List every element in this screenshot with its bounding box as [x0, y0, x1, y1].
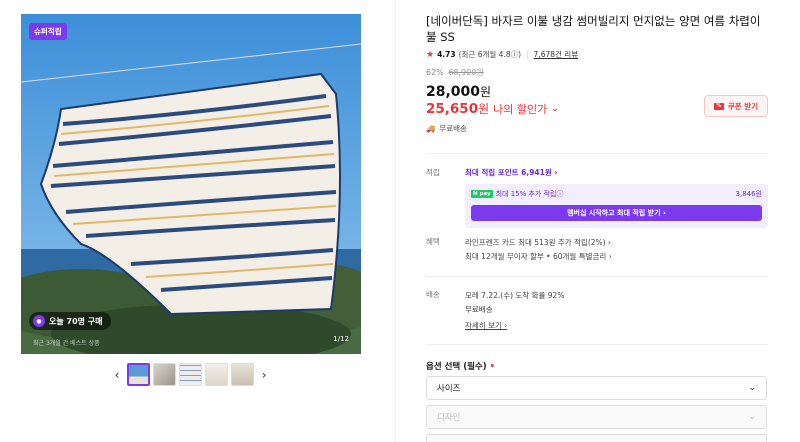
thumbnail-2[interactable] [153, 363, 176, 386]
thumbnail-3[interactable] [179, 363, 202, 386]
third-option-select[interactable] [426, 434, 767, 442]
bag-icon: ● [33, 315, 45, 327]
divider [426, 276, 768, 277]
free-shipping: 🚚 무료배송 [426, 123, 768, 134]
card-benefit-link[interactable]: 라인프렌즈 카드 최대 513원 추가 적립(2%) › [465, 236, 768, 250]
delivery-detail-link[interactable]: 자세히 보기 › [465, 317, 768, 335]
buyers-today-badge: ● 오늘 70명 구매 [29, 312, 111, 330]
discount-rate: 62% [426, 68, 444, 77]
size-select[interactable]: 사이즈 ⌄ [426, 376, 767, 400]
design-select-label: 디자인 [437, 413, 461, 423]
sale-price-unit: 원 [480, 85, 492, 99]
blanket-photo [21, 14, 361, 354]
sale-price-value: 28,000 [426, 84, 481, 100]
truck-icon: 🚚 [426, 124, 436, 133]
delivery-estimate: 모레 7.22.(수) 도착 확률 92% [465, 291, 565, 300]
my-price-value: 25,650 [426, 101, 479, 117]
coupon-label: 쿠폰 받기 [727, 101, 759, 111]
rating-value: 4.73 [437, 50, 456, 59]
thumbnail-4[interactable] [205, 363, 228, 386]
image-counter: 1/12 [333, 335, 349, 343]
chevron-down-icon: ⌄ [748, 412, 756, 422]
column-divider [395, 0, 396, 442]
npay-badge: N pay [471, 190, 493, 198]
divider: | [526, 50, 529, 59]
next-thumb-button[interactable]: › [257, 363, 271, 386]
prev-thumb-button[interactable]: ‹ [110, 363, 124, 386]
options-title: 옵션 선택 (필수) • [426, 360, 495, 372]
rating-note[interactable]: (최근 6개월 4.8ⓘ) [459, 49, 521, 60]
max-points-link[interactable]: 최대 적립 포인트 6,941원 › [465, 167, 768, 178]
delivery-fee: 무료배송 [465, 305, 493, 314]
size-select-label: 사이즈 [437, 384, 461, 394]
image-caption: 최근 3개월 간 베스트 상품 [33, 340, 100, 347]
chevron-down-icon: ⌄ [551, 103, 559, 114]
reviews-link[interactable]: 7,678건 리뷰 [534, 49, 579, 60]
product-info: [네이버단독] 바자르 이불 냉감 썸머빌리지 먼지없는 양면 여름 차렵이불 … [426, 13, 768, 134]
my-price-unit: 원 [478, 102, 490, 116]
my-price-label: 나의 할인가 [493, 102, 548, 116]
membership-points-box: N pay 최대 15% 추가 적립ⓘ 3,846원 멤버십 시작하고 최대 적… [465, 184, 768, 228]
delivery-label: 배송 [426, 290, 440, 299]
super-points-badge: 슈퍼적립 [29, 23, 67, 40]
main-product-image[interactable]: 슈퍼적립 ● 오늘 70명 구매 최근 3개월 간 베스트 상품 1/12 [21, 14, 361, 354]
membership-start-button[interactable]: 멤버십 시작하고 최대 적립 받기 › [471, 205, 762, 221]
thumbnail-5[interactable] [231, 363, 254, 386]
buyers-text: 오늘 70명 구매 [49, 316, 103, 326]
free-shipping-text: 무료배송 [439, 124, 467, 133]
discount-row: 62% 68,900원 [426, 67, 768, 78]
divider [426, 344, 768, 345]
extra-points-amount: 3,846원 [735, 190, 762, 198]
rating-row: ★ 4.73 (최근 6개월 4.8ⓘ) | 7,678건 리뷰 [426, 49, 768, 60]
star-icon: ★ [426, 49, 435, 60]
coupon-icon: % [713, 102, 724, 110]
original-price: 68,900원 [448, 68, 484, 77]
options-title-text: 옵션 선택 (필수) [426, 362, 487, 372]
benefits-label: 혜택 [426, 237, 440, 246]
product-title: [네이버단독] 바자르 이불 냉감 썸머빌리지 먼지없는 양면 여름 차렵이불 … [426, 14, 761, 44]
thumbnail-1[interactable] [127, 363, 150, 386]
chevron-down-icon: ⌄ [748, 383, 756, 393]
design-select[interactable]: 디자인 ⌄ [426, 405, 767, 429]
required-mark: • [489, 362, 496, 372]
installment-link[interactable]: 최대 12개월 무이자 할부 • 60개월 특별금리 › [465, 250, 768, 264]
thumbnail-strip: ‹ › [110, 363, 271, 386]
extra-points-text[interactable]: 최대 15% 추가 적립ⓘ [496, 189, 564, 199]
coupon-button[interactable]: % 쿠폰 받기 [704, 95, 768, 117]
points-label: 적립 [426, 168, 440, 177]
divider [426, 153, 768, 154]
